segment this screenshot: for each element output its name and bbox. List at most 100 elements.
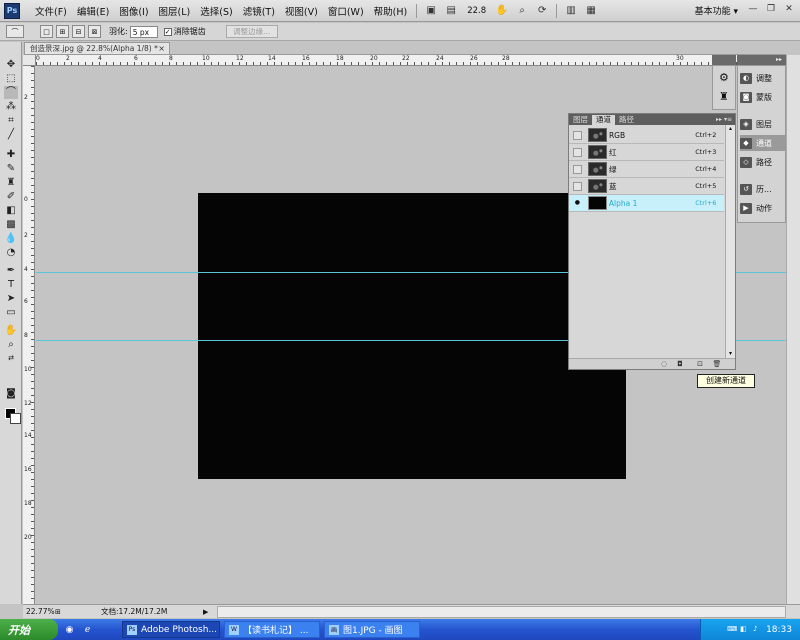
zoom-level[interactable]: 22.77%	[23, 607, 55, 616]
move-tool-icon[interactable]: ✥	[4, 58, 18, 71]
channel-row-green[interactable]: 绿 Ctrl+4	[569, 161, 724, 178]
clone-source-icon[interactable]: ♜	[719, 90, 729, 103]
refine-edge-button[interactable]: 调整边缘...	[225, 25, 278, 38]
menu-file[interactable]: 文件(F)	[30, 4, 72, 18]
hand-tool-icon[interactable]: ✋	[495, 4, 509, 18]
task-photoshop[interactable]: Ps Adobe Photosh...	[122, 621, 220, 638]
vertical-ruler[interactable]: 2 0 2 4 6 8 10 12 14 16 18 20	[23, 66, 35, 604]
menu-window[interactable]: 窗口(W)	[323, 4, 369, 18]
rotate-view-icon[interactable]: ⟳	[535, 4, 549, 18]
clock[interactable]: 18:33	[766, 625, 792, 635]
volume-icon[interactable]: ♪	[753, 625, 762, 634]
screen-mode-icon[interactable]: ▦	[584, 4, 598, 18]
intersect-selection-icon[interactable]: ⊠	[88, 25, 101, 38]
ruler-origin[interactable]	[23, 55, 36, 66]
zoom-tool-icon[interactable]: ⌕	[4, 338, 18, 351]
visibility-toggle[interactable]	[573, 181, 582, 191]
horizontal-scrollbar[interactable]	[217, 605, 786, 618]
lasso-preset-icon[interactable]: ⌒	[6, 25, 24, 38]
dock-channels[interactable]: ◆ 通道	[740, 135, 785, 151]
blur-tool-icon[interactable]: 💧	[4, 232, 18, 245]
workspace-switcher[interactable]: 基本功能 ▾	[695, 4, 738, 17]
browser-icon[interactable]: ℯ	[81, 623, 94, 636]
menu-select[interactable]: 选择(S)	[195, 4, 237, 18]
close-button[interactable]: ✕	[782, 4, 796, 17]
healing-brush-tool-icon[interactable]: ✚	[4, 148, 18, 161]
task-document[interactable]: W 【读书札记】 ...	[224, 621, 320, 638]
menu-filter[interactable]: 滤镜(T)	[238, 4, 280, 18]
dock-history[interactable]: ↺ 历...	[740, 181, 785, 197]
marquee-tool-icon[interactable]: ⬚	[4, 72, 18, 85]
visibility-toggle[interactable]	[573, 164, 582, 174]
magic-wand-tool-icon[interactable]: ⁂	[4, 100, 18, 113]
tool-presets-icon[interactable]: ⚙	[719, 71, 729, 84]
channel-row-red[interactable]: 红 Ctrl+3	[569, 144, 724, 161]
tab-channels[interactable]: 通道	[592, 115, 615, 125]
quick-mask-icon[interactable]: ◙	[4, 387, 18, 400]
subtract-selection-icon[interactable]: ⊟	[72, 25, 85, 38]
channel-row-blue[interactable]: 蓝 Ctrl+5	[569, 178, 724, 195]
background-color-swatch[interactable]	[10, 413, 21, 424]
load-selection-icon[interactable]: ◌	[659, 360, 669, 368]
status-menu-icon[interactable]: ▶	[203, 608, 213, 616]
delete-channel-icon[interactable]: 🗑	[712, 360, 722, 368]
gradient-tool-icon[interactable]: ▩	[4, 218, 18, 231]
path-selection-tool-icon[interactable]: ➤	[4, 292, 18, 305]
bridge-icon[interactable]: ▣	[424, 4, 438, 18]
hand-tool-icon[interactable]: ✋	[4, 324, 18, 337]
ime-icon[interactable]: ⌨	[727, 625, 737, 634]
dock-actions[interactable]: ▶ 动作	[740, 200, 785, 216]
eye-icon[interactable]: ●	[573, 199, 582, 208]
dodge-tool-icon[interactable]: ◔	[4, 246, 18, 259]
visibility-toggle[interactable]	[573, 147, 582, 157]
document-tab[interactable]: 创造景深.jpg @ 22.8%(Alpha 1/8) * ×	[24, 42, 170, 54]
zoom-select[interactable]: 22.8	[467, 6, 486, 16]
network-icon[interactable]: ◧	[740, 625, 749, 634]
channel-row-rgb[interactable]: RGB Ctrl+2	[569, 127, 724, 144]
dock-masks[interactable]: ◙ 蒙版	[740, 89, 785, 105]
eyedropper-tool-icon[interactable]: ╱	[4, 128, 18, 141]
new-channel-icon[interactable]: ⊡	[695, 360, 705, 368]
vertical-scrollbar[interactable]	[786, 55, 800, 604]
tab-paths[interactable]: 路径	[615, 115, 638, 125]
feather-input[interactable]: 5 px	[129, 25, 158, 38]
type-tool-icon[interactable]: T	[4, 278, 18, 291]
scroll-up-icon[interactable]: ▴	[726, 125, 735, 134]
swap-colors-icon[interactable]: ⇄	[4, 352, 18, 365]
eraser-tool-icon[interactable]: ◧	[4, 204, 18, 217]
start-button[interactable]: 开始	[0, 619, 58, 640]
crop-tool-icon[interactable]: ⌗	[4, 114, 18, 127]
shape-tool-icon[interactable]: ▭	[4, 306, 18, 319]
panel-menu-icon[interactable]: ▸▸ ▾≡	[716, 115, 735, 125]
save-selection-icon[interactable]: ◘	[675, 360, 685, 368]
menu-image[interactable]: 图像(I)	[114, 4, 153, 18]
arrange-documents-icon[interactable]: ▥	[564, 4, 578, 18]
add-selection-icon[interactable]: ⊞	[56, 25, 69, 38]
pen-tool-icon[interactable]: ✒	[4, 264, 18, 277]
dock-collapsed-header[interactable]	[712, 55, 736, 65]
tab-layers[interactable]: 图层	[569, 115, 592, 125]
panel-scrollbar[interactable]: ▴ ▾	[725, 125, 735, 359]
close-tab-icon[interactable]: ×	[158, 43, 165, 54]
history-brush-tool-icon[interactable]: ✐	[4, 190, 18, 203]
clone-stamp-tool-icon[interactable]: ♜	[4, 176, 18, 189]
visibility-toggle[interactable]	[573, 130, 582, 140]
menu-layer[interactable]: 图层(L)	[154, 4, 196, 18]
dock-paths[interactable]: ◇ 路径	[740, 154, 785, 170]
menu-help[interactable]: 帮助(H)	[369, 4, 413, 18]
view-extras-icon[interactable]: ▤	[444, 4, 458, 18]
lasso-tool-icon[interactable]: ⌒	[4, 86, 18, 99]
task-paint[interactable]: 画 图1.JPG - 画图	[324, 621, 420, 638]
dock-header[interactable]: ▸▸	[737, 55, 786, 65]
menu-edit[interactable]: 编辑(E)	[72, 4, 114, 18]
status-info-icon[interactable]: ⊞	[55, 608, 65, 616]
show-desktop-icon[interactable]: ◉	[63, 623, 76, 636]
brush-tool-icon[interactable]: ✎	[4, 162, 18, 175]
channel-row-alpha[interactable]: ● Alpha 1 Ctrl+6	[569, 195, 724, 212]
minimize-button[interactable]: —	[746, 4, 760, 17]
zoom-tool-icon[interactable]: ⌕	[515, 4, 529, 18]
new-selection-icon[interactable]: □	[40, 25, 53, 38]
dock-layers[interactable]: ◈ 图层	[740, 116, 785, 132]
menu-view[interactable]: 视图(V)	[280, 4, 323, 18]
horizontal-ruler[interactable]: 0 2 4 6 8 10 12 14 16 18 20 22 24 26 28 …	[36, 55, 786, 66]
